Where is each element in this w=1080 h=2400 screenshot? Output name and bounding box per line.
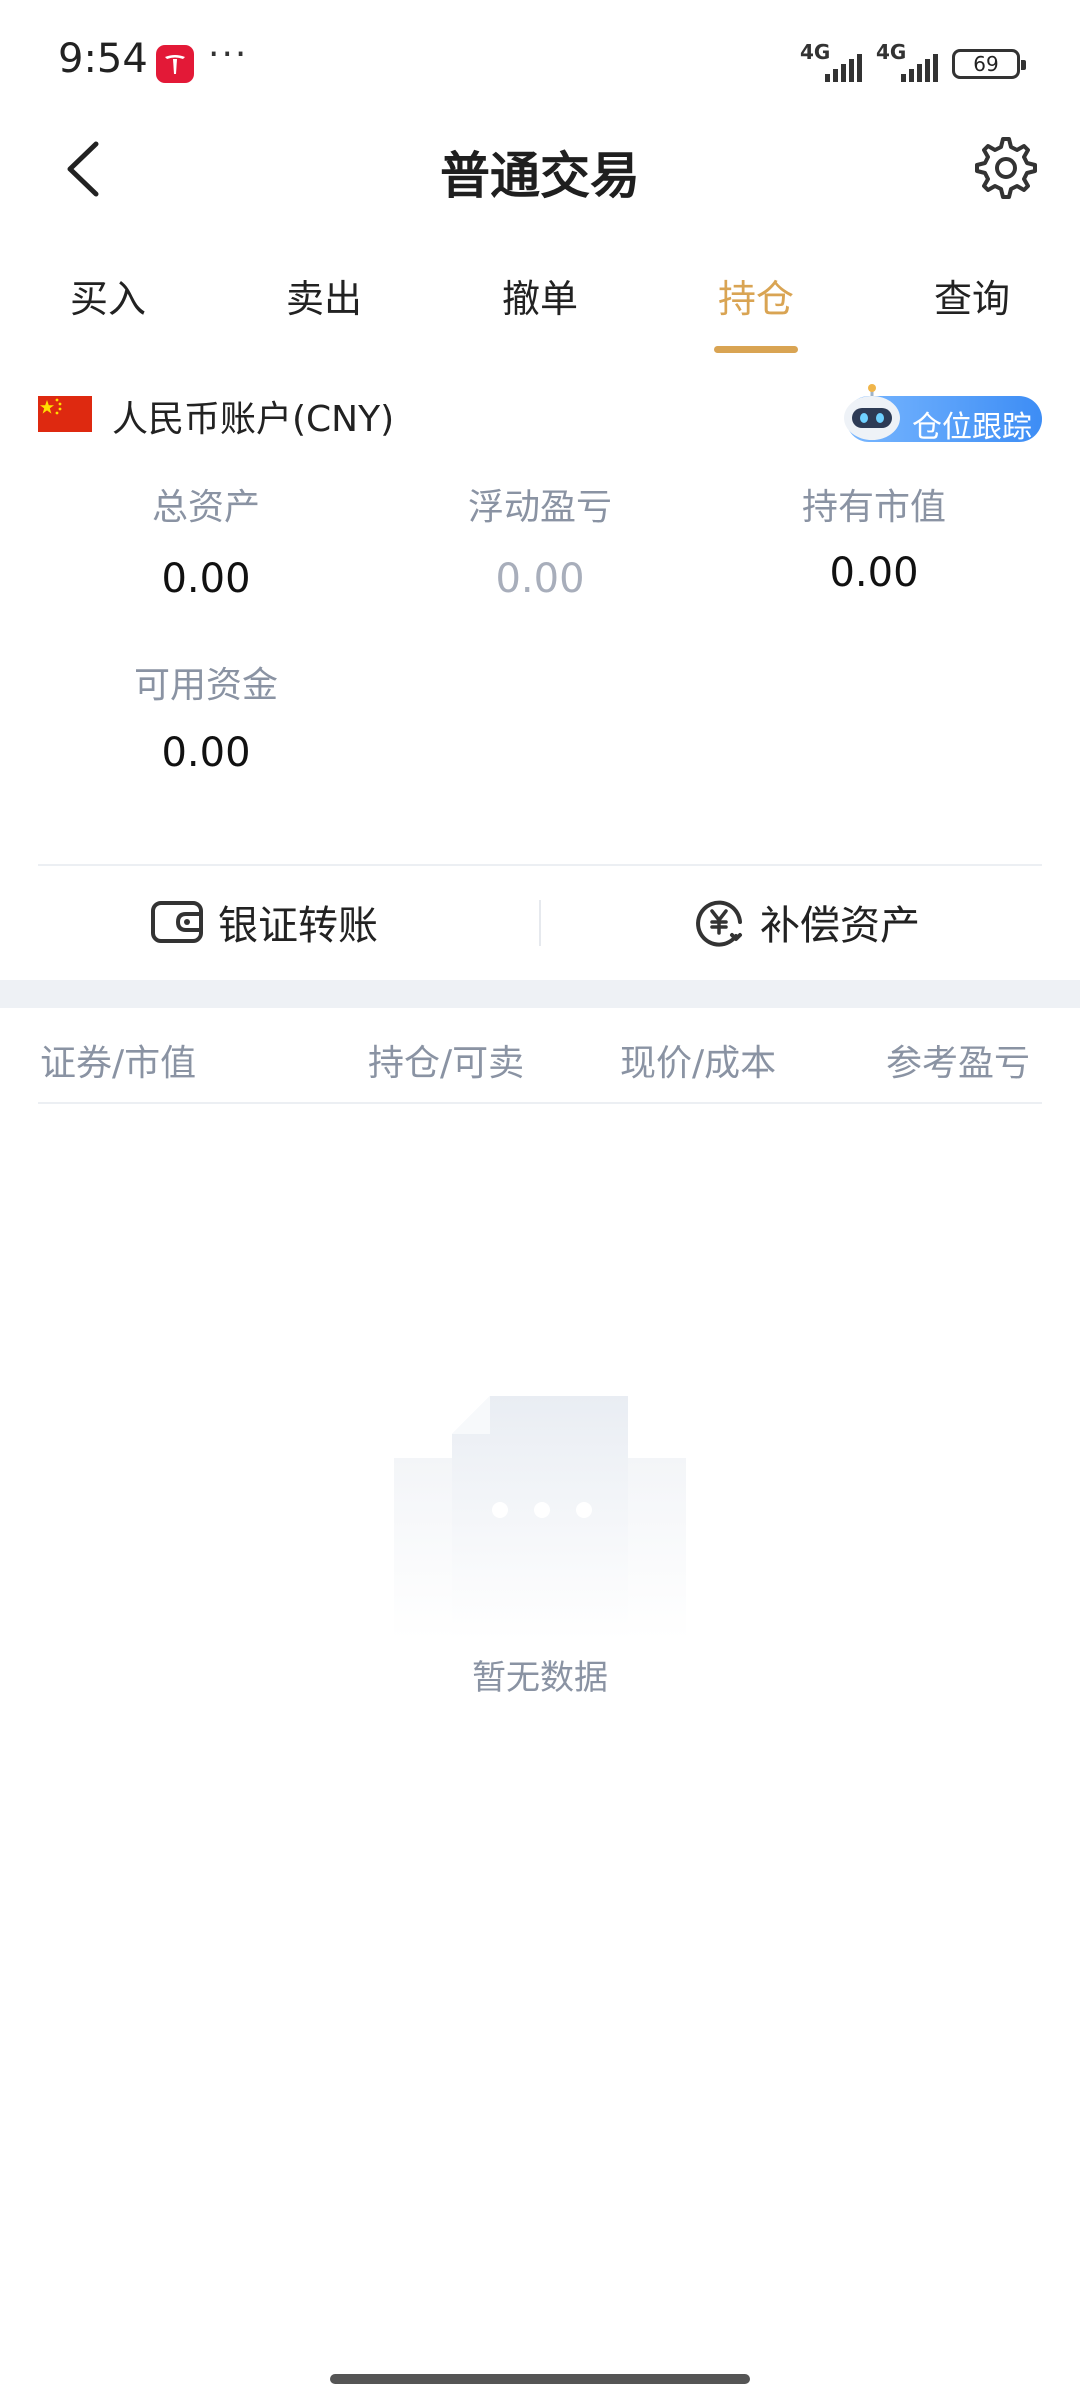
status-bar: 9:54 ··· 4G 4G 69 xyxy=(0,0,1080,120)
tesla-app-icon xyxy=(156,45,194,83)
tab-query[interactable]: 查询 xyxy=(892,268,1052,323)
page-title: 普通交易 xyxy=(440,147,640,205)
empty-state-text: 暂无数据 xyxy=(472,1658,608,1698)
tab-positions[interactable]: 持仓 xyxy=(676,268,836,323)
stat-label: 浮动盈亏 xyxy=(467,487,612,528)
stat-total-assets: 总资产 0.00 xyxy=(76,478,336,602)
account-label: 人民币账户(CNY) xyxy=(112,399,395,440)
trade-tabs: 买入 卖出 撤单 持仓 查询 xyxy=(0,250,1080,360)
gear-icon xyxy=(975,137,1037,199)
compensation-assets-button[interactable]: 补偿资产 xyxy=(692,892,920,952)
stat-label: 可用资金 xyxy=(133,665,278,706)
position-tracking-label: 仓位跟踪 xyxy=(912,410,1032,445)
china-flag-icon xyxy=(38,396,92,432)
status-time: 9:54 xyxy=(58,36,148,82)
stat-floating-pl: 浮动盈亏 0.00 xyxy=(410,478,670,602)
position-tracking-button[interactable]: 仓位跟踪 xyxy=(844,384,1042,445)
stat-value: 0.00 xyxy=(829,550,919,596)
divider xyxy=(539,900,541,946)
stat-value: 0.00 xyxy=(161,556,251,602)
tab-sell[interactable]: 卖出 xyxy=(244,268,404,323)
wallet-icon xyxy=(151,901,203,943)
bank-transfer-label: 银证转账 xyxy=(218,903,378,949)
divider xyxy=(38,1102,1042,1104)
positions-table-header: 证券/市值 持仓/可卖 现价/成本 参考盈亏 xyxy=(0,1008,1080,1104)
bank-transfer-button[interactable]: 银证转账 xyxy=(150,892,378,952)
column-header-price: 现价/成本 xyxy=(620,1043,777,1084)
stat-market-value: 持有市值 0.00 xyxy=(744,478,1004,596)
account-row: 人民币账户(CNY) 仓位跟踪 xyxy=(38,384,1042,445)
account-actions: 银证转账 补偿资产 xyxy=(0,866,1080,976)
battery-icon: 69 xyxy=(952,49,1026,79)
tab-cancel-order[interactable]: 撤单 xyxy=(460,268,620,323)
header: 普通交易 xyxy=(0,120,1080,216)
compensation-assets-label: 补偿资产 xyxy=(760,903,920,949)
stat-available-funds: 可用资金 0.00 xyxy=(76,656,336,776)
column-header-holdings: 持仓/可卖 xyxy=(368,1043,525,1084)
stat-value: 0.00 xyxy=(161,730,251,776)
stat-label: 持有市值 xyxy=(801,487,946,528)
signal-4g-icon: 4G xyxy=(876,40,938,84)
home-indicator[interactable] xyxy=(330,2374,750,2384)
more-notifications-icon: ··· xyxy=(208,34,249,75)
stat-value: 0.00 xyxy=(495,556,585,602)
yuan-refund-icon xyxy=(696,900,742,947)
section-separator xyxy=(0,980,1080,1008)
signal-4g-icon: 4G xyxy=(800,40,862,84)
robot-icon xyxy=(844,384,900,440)
stat-label: 总资产 xyxy=(151,487,260,528)
tab-buy[interactable]: 买入 xyxy=(28,268,188,323)
column-header-pl: 参考盈亏 xyxy=(886,1043,1031,1084)
empty-document-icon xyxy=(394,1396,686,1640)
settings-button[interactable] xyxy=(970,132,1042,204)
column-header-security: 证券/市值 xyxy=(40,1043,197,1084)
active-tab-indicator xyxy=(714,346,798,353)
battery-level: 69 xyxy=(973,52,999,76)
